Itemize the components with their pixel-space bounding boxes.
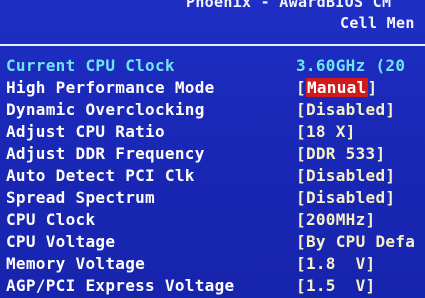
setting-value-field[interactable]: [200MHz] (296, 209, 375, 231)
setting-value-field[interactable]: [18 X] (296, 121, 356, 143)
setting-value: Disabled (305, 166, 386, 185)
setting-label: Adjust DDR Frequency (6, 144, 205, 163)
setting-current-cpu-clock: Current CPU Clock 3.60GHz (20 (0, 55, 425, 77)
setting-value-field[interactable]: [DDR 533] (296, 143, 385, 165)
setting-value: 1.5 V (305, 276, 366, 295)
setting-label: High Performance Mode (6, 78, 215, 97)
bios-vendor-title: Phoenix - AwardBIOS CM (186, 0, 392, 11)
setting-label: Adjust CPU Ratio (6, 122, 165, 141)
title-bar: Phoenix - AwardBIOS CM Cell Men (0, 0, 425, 36)
setting-label: CPU Voltage (6, 232, 116, 251)
setting-value: 1.8 V (305, 254, 366, 273)
setting-memory-voltage[interactable]: Memory Voltage [1.8 V] (0, 253, 425, 275)
setting-high-performance-mode[interactable]: High Performance Mode [Manual] (0, 77, 425, 99)
setting-value-field[interactable]: [1.5 V] (296, 275, 375, 297)
setting-value: 18 X (305, 122, 346, 141)
setting-value-field[interactable]: [Disabled] (296, 165, 395, 187)
setting-agp-pci-express-voltage[interactable]: AGP/PCI Express Voltage [1.5 V] (0, 275, 425, 297)
setting-value: By CPU Defa (305, 232, 416, 251)
setting-adjust-ddr-frequency[interactable]: Adjust DDR Frequency [DDR 533] (0, 143, 425, 165)
setting-value: Disabled (305, 100, 386, 119)
setting-label: Memory Voltage (6, 254, 146, 273)
setting-value-field[interactable]: [Disabled] (296, 187, 395, 209)
setting-adjust-cpu-ratio[interactable]: Adjust CPU Ratio [18 X] (0, 121, 425, 143)
setting-value-field[interactable]: [1.8 V] (296, 253, 375, 275)
settings-list: Current CPU Clock 3.60GHz (20 High Perfo… (0, 55, 425, 297)
setting-auto-detect-pci-clk[interactable]: Auto Detect PCI Clk [Disabled] (0, 165, 425, 187)
setting-spread-spectrum[interactable]: Spread Spectrum [Disabled] (0, 187, 425, 209)
setting-value: Disabled (305, 188, 386, 207)
setting-cpu-clock[interactable]: CPU Clock [200MHz] (0, 209, 425, 231)
setting-cpu-voltage[interactable]: CPU Voltage [By CPU Defa (0, 231, 425, 253)
setting-label: Spread Spectrum (6, 188, 155, 207)
menu-title: Cell Men (340, 14, 415, 32)
setting-label: AGP/PCI Express Voltage (6, 276, 235, 295)
setting-dynamic-overclocking[interactable]: Dynamic Overclocking [Disabled] (0, 99, 425, 121)
setting-value-field[interactable]: [By CPU Defa (296, 231, 415, 253)
setting-value-field[interactable]: [Disabled] (296, 99, 395, 121)
setting-value: DDR 533 (305, 144, 376, 163)
setting-value: 3.60GHz (20 (296, 56, 406, 75)
setting-label: CPU Clock (6, 210, 96, 229)
header-divider (0, 44, 425, 46)
setting-label: Current CPU Clock (6, 56, 175, 75)
setting-value: 200MHz (305, 210, 366, 229)
setting-label: Auto Detect PCI Clk (6, 166, 195, 185)
setting-value-field[interactable]: [Manual] (296, 77, 377, 99)
setting-label: Dynamic Overclocking (6, 100, 205, 119)
selected-value[interactable]: Manual (305, 78, 368, 97)
bios-setup-screen: Phoenix - AwardBIOS CM Cell Men Current … (0, 0, 425, 298)
